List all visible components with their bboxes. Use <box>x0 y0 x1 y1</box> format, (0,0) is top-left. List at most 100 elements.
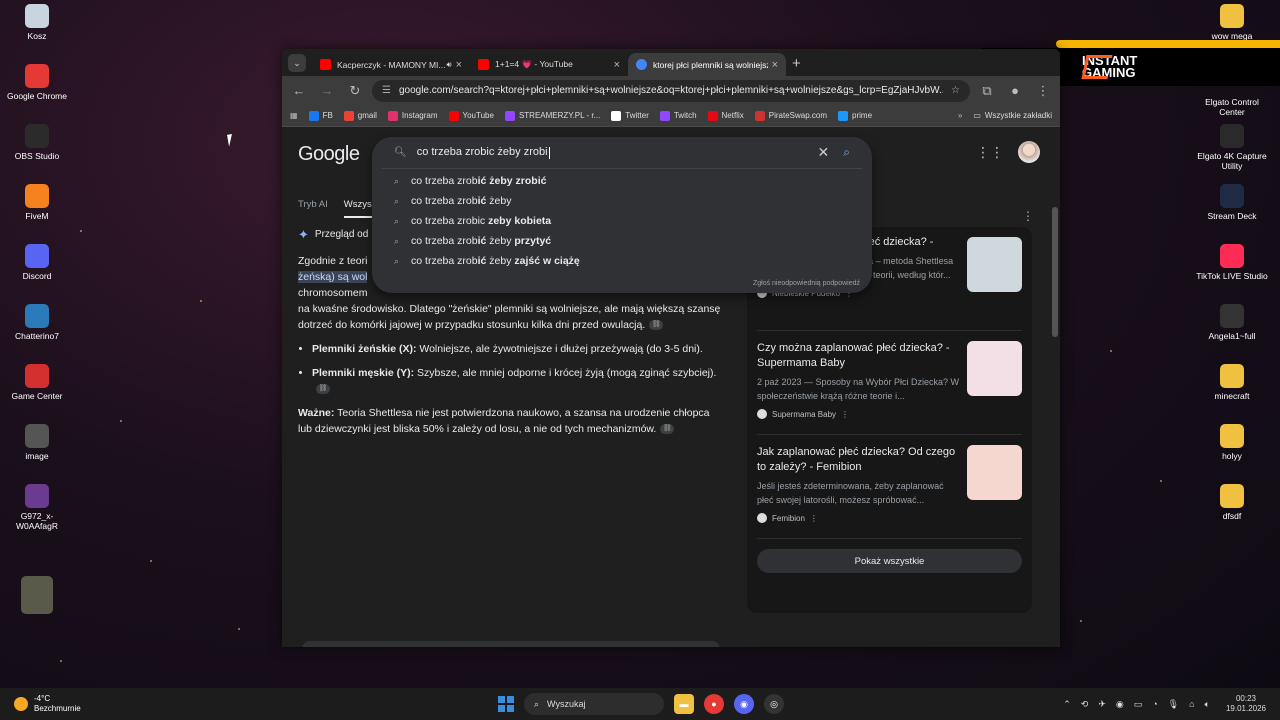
card-title[interactable]: ...łeć dziecka? - <box>857 235 957 250</box>
desktop-icon[interactable]: Kosz <box>0 4 74 42</box>
desktop-icon[interactable]: Google Chrome <box>0 64 74 102</box>
bookmark-item[interactable]: gmail <box>343 110 377 121</box>
desktop-icon[interactable]: minecraft <box>1195 364 1269 402</box>
bookmark-item[interactable]: Netflix <box>707 110 744 121</box>
bookmark-item[interactable]: Instagram <box>387 110 438 121</box>
sources-more-icon[interactable]: ⋮ <box>1022 209 1034 223</box>
desktop-icon[interactable]: Angela1~full <box>1195 304 1269 342</box>
search-box[interactable]: 🔍︎ co trzeba zrobic żeby zrobi ✕ ⌕ ⌕ co t… <box>372 137 872 293</box>
network-icon[interactable]: ⌂ <box>1189 699 1194 709</box>
microphone-icon[interactable]: 🎙︎ <box>1168 699 1179 710</box>
extensions-icon[interactable]: ⧉ <box>976 83 998 99</box>
apps-grid-icon[interactable]: ▦ <box>290 111 298 120</box>
desktop-icon[interactable]: TikTok LIVE Studio <box>1195 244 1269 282</box>
bookmark-item[interactable]: YouTube <box>448 110 494 121</box>
search-suggestion[interactable]: ⌕ co trzeba zrobić żeby <box>372 191 872 211</box>
more-options-icon[interactable]: ⋮ <box>810 514 818 523</box>
card-source[interactable]: Femibion ⋮ <box>757 513 1022 523</box>
search-suggestion[interactable]: ⌕ co trzeba zrobić żeby zajść w ciążę <box>372 251 872 271</box>
more-bookmarks-icon[interactable]: » <box>958 111 962 120</box>
bookmark-item[interactable]: Twitch <box>659 110 697 121</box>
card-source[interactable]: Supermama Baby ⋮ <box>757 409 1022 419</box>
clear-icon[interactable]: ✕ <box>818 144 830 161</box>
show-all-button[interactable]: Pokaż wszystkie <box>757 549 1022 573</box>
forward-button[interactable]: → <box>316 83 338 98</box>
card-thumbnail[interactable] <box>967 445 1022 500</box>
start-button[interactable] <box>498 696 514 712</box>
bottom-button[interactable] <box>302 641 720 647</box>
link-icon[interactable]: ⛓ <box>649 320 664 331</box>
site-info-icon[interactable]: ☰ <box>382 85 391 96</box>
back-button[interactable]: ← <box>288 83 310 98</box>
link-icon[interactable]: ⛓ <box>316 384 330 395</box>
menu-icon[interactable]: ⋮ <box>1032 83 1054 99</box>
card-thumbnail[interactable] <box>967 341 1022 396</box>
reload-button[interactable]: ↻ <box>344 83 366 99</box>
report-suggestion-link[interactable]: Zgłoś nieodpowiednią podpowiedź <box>753 280 860 287</box>
desktop-icon[interactable]: Game Center <box>0 364 74 402</box>
search-submit-icon[interactable]: ⌕ <box>843 145 850 160</box>
bookmark-item[interactable]: STREAMERZY.PL - r... <box>504 110 600 121</box>
bookmark-star-icon[interactable]: ☆ <box>951 85 960 96</box>
profile-avatar[interactable]: ● <box>1004 83 1026 98</box>
search-suggestion[interactable]: ⌕ co trzeba zrobić żeby zrobić <box>372 171 872 191</box>
card-thumbnail[interactable] <box>967 237 1022 292</box>
chevron-up-icon[interactable]: ⌃ <box>1063 699 1071 710</box>
controller-icon[interactable]: ✈ <box>1098 699 1106 710</box>
link-icon[interactable]: ⛓ <box>660 424 675 435</box>
scrollbar[interactable] <box>1052 207 1058 337</box>
desktop-icon[interactable]: Chatterino7 <box>0 304 74 342</box>
source-card[interactable]: Czy można zaplanować płeć dziecka? - Sup… <box>757 331 1022 435</box>
bookmark-item[interactable]: PirateSwap.com <box>754 110 827 121</box>
tab-search-button[interactable]: ⌄ <box>288 54 306 72</box>
taskbar-search[interactable]: ⌕ Wyszukaj <box>524 693 664 715</box>
discord-taskbar-icon[interactable]: ◉ <box>734 694 754 714</box>
bookmark-item[interactable]: FB <box>308 110 333 121</box>
search-input[interactable]: co trzeba zrobic żeby zrobi <box>417 146 548 158</box>
search-suggestion[interactable]: ⌕ co trzeba zrobic zeby kobieta <box>372 211 872 231</box>
sync-icon[interactable]: ⟲ <box>1081 699 1089 710</box>
desktop-icon[interactable]: G972_x-W0AAfagR <box>0 484 74 532</box>
desktop-icon[interactable]: wow mega <box>1195 4 1269 42</box>
google-logo[interactable]: Google <box>298 143 360 166</box>
desktop-icon[interactable]: OBS Studio <box>0 124 74 162</box>
more-options-icon[interactable]: ⋮ <box>841 410 849 419</box>
desktop-icon[interactable]: FiveM <box>0 184 74 222</box>
card-title[interactable]: Jak zaplanować płeć dziecka? Od czego to… <box>757 445 957 475</box>
desktop-icon[interactable]: dfsdf <box>1195 484 1269 522</box>
browser-tab[interactable]: 1+1=4 💗 - YouTube × <box>470 53 628 76</box>
battery-icon[interactable]: ▭ <box>1134 699 1143 710</box>
desktop-icon[interactable] <box>0 576 74 618</box>
close-tab-icon[interactable]: × <box>614 59 620 71</box>
desktop-icon[interactable]: Discord <box>0 244 74 282</box>
new-tab-button[interactable]: + <box>792 55 801 72</box>
desktop-icon[interactable]: image <box>0 424 74 462</box>
address-bar[interactable]: ☰ google.com/search?q=ktorej+płci+plemni… <box>372 79 970 102</box>
browser-tab[interactable]: ktorej płci plemniki są wolniejsze × <box>628 53 786 76</box>
account-avatar[interactable] <box>1018 141 1040 163</box>
bookmark-item[interactable]: prime <box>838 110 872 121</box>
discord-tray-icon[interactable]: ◉ <box>1116 699 1124 710</box>
browser-tab[interactable]: Kacperczyk - MAMONY MI... 🔊︎ × <box>312 53 470 76</box>
search-suggestion[interactable]: ⌕ co trzeba zrobić żeby przytyć <box>372 231 872 251</box>
card-title[interactable]: Czy można zaplanować płeć dziecka? - Sup… <box>757 341 957 371</box>
chrome-taskbar-icon[interactable]: ● <box>704 694 724 714</box>
google-apps-icon[interactable]: ⋮⋮ <box>976 144 1004 161</box>
bookmark-item[interactable]: Twitter <box>611 110 649 121</box>
audio-icon[interactable]: 🔊︎ <box>447 60 452 70</box>
desktop-icon[interactable]: holyy <box>1195 424 1269 462</box>
obs-taskbar-icon[interactable]: ◎ <box>764 694 784 714</box>
file-explorer-icon[interactable]: ▬ <box>674 694 694 714</box>
close-tab-icon[interactable]: × <box>456 59 462 71</box>
all-bookmarks[interactable]: ▭ Wszystkie zakładki <box>973 111 1052 120</box>
volume-icon[interactable]: 🔈︎ <box>1205 699 1210 710</box>
desktop-icon[interactable]: Elgato 4K Capture Utility <box>1195 124 1269 172</box>
tab-all[interactable]: Wszys <box>343 199 372 218</box>
desktop-icon[interactable]: Stream Deck <box>1195 184 1269 222</box>
clock[interactable]: 00:23 19.01.2026 <box>1226 694 1266 714</box>
wifi-icon[interactable]: ◔ <box>1152 699 1157 709</box>
tab-ai-mode[interactable]: Tryb AI <box>298 199 328 218</box>
source-card[interactable]: Jak zaplanować płeć dziecka? Od czego to… <box>757 435 1022 539</box>
weather-widget[interactable]: -4°C Bezchmurnie <box>14 694 81 714</box>
close-tab-icon[interactable]: × <box>772 59 778 71</box>
